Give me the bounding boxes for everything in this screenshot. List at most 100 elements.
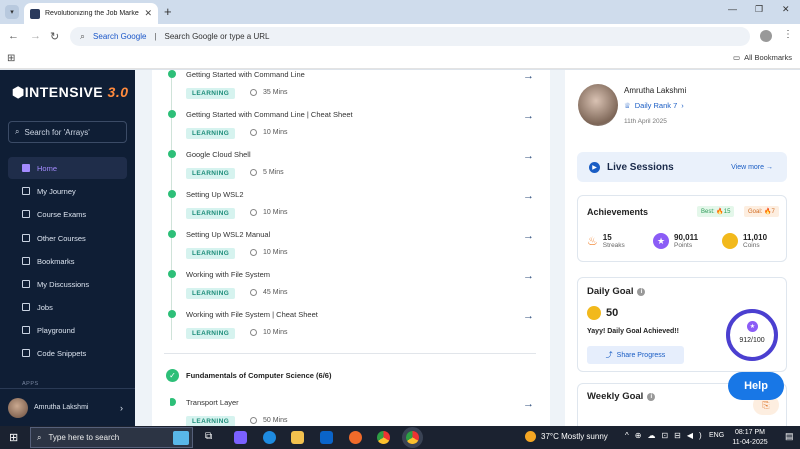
sidebar-item-label: My Discussions: [37, 279, 90, 289]
lesson-duration: 50 Mins: [263, 417, 288, 424]
sidebar-item-playground[interactable]: Playground: [8, 319, 127, 341]
arrow-right-icon[interactable]: →: [523, 150, 534, 162]
sidebar-item-my-discussions[interactable]: My Discussions: [8, 273, 127, 295]
all-bookmarks[interactable]: ▭ All Bookmarks: [733, 53, 792, 62]
browser-tab[interactable]: Revolutionizing the Job Market ✕: [24, 3, 158, 24]
reload-icon[interactable]: ↻: [50, 30, 59, 43]
lesson-title: Setting Up WSL2: [186, 190, 244, 199]
new-tab-icon[interactable]: +: [164, 4, 172, 19]
sidebar-item-home[interactable]: Home: [8, 157, 127, 179]
sidebar-item-jobs[interactable]: Jobs: [8, 296, 127, 318]
task-view-icon[interactable]: ⧉: [205, 431, 218, 444]
restore-icon[interactable]: ❐: [755, 4, 763, 15]
view-more-link[interactable]: View more →: [731, 164, 787, 171]
system-tray-icons[interactable]: ^⊕☁⊡⊟◀): [625, 431, 708, 440]
share-progress-button[interactable]: ⤴ Share Progress: [587, 346, 684, 364]
check-icon: [168, 310, 176, 318]
taskbar-search[interactable]: ⌕ Type here to search: [30, 427, 193, 448]
windows-start-icon[interactable]: ⊞: [9, 431, 18, 444]
notification-icon[interactable]: ▤: [785, 431, 794, 442]
achievements-title: Achievements: [587, 207, 649, 217]
lesson-row[interactable]: Setting Up WSL2 Manual LEARNING 10 Mins →: [168, 230, 540, 270]
lesson-row[interactable]: Getting Started with Command Line LEARNIN…: [168, 70, 540, 110]
lesson-row[interactable]: Google Cloud Shell LEARNING 5 Mins →: [168, 150, 540, 190]
lesson-duration: 10 Mins: [263, 249, 288, 256]
share-progress-label: Share Progress: [616, 351, 666, 359]
info-icon[interactable]: i: [647, 392, 656, 401]
arrow-right-icon[interactable]: →: [523, 398, 534, 410]
chrome-active-icon[interactable]: [406, 431, 419, 444]
sidebar-item-other-courses[interactable]: Other Courses: [8, 227, 127, 249]
arrow-right-icon[interactable]: →: [523, 230, 534, 242]
edge-icon[interactable]: [263, 431, 276, 444]
daily-goal-message: Yayy! Daily Goal Achieved!!: [587, 328, 679, 335]
address-bar[interactable]: ⌕ Search Google | Search Google or type …: [70, 27, 750, 46]
tab-search-chevron-icon[interactable]: ▾: [5, 5, 19, 19]
sidebar-item-my-journey[interactable]: My Journey: [8, 180, 127, 202]
check-icon: [168, 150, 176, 158]
clock[interactable]: 08:17 PM 11-04-2025: [730, 428, 770, 448]
bookmark-icon: [22, 257, 30, 265]
weather-widget[interactable]: 37°C Mostly sunny: [525, 431, 608, 442]
daily-rank-text: Daily Rank 7: [634, 101, 678, 110]
logo-mark-icon: ⬢: [12, 84, 25, 100]
weather-text: 37°C Mostly sunny: [541, 432, 608, 441]
file-explorer-icon[interactable]: [291, 431, 304, 444]
back-icon[interactable]: ←: [8, 30, 19, 42]
outlook-icon[interactable]: [320, 431, 333, 444]
code-icon: [22, 349, 30, 357]
profile-avatar-icon[interactable]: [760, 30, 772, 42]
arrow-right-icon[interactable]: →: [523, 310, 534, 322]
lesson-row[interactable]: Setting Up WSL2 LEARNING 10 Mins →: [168, 190, 540, 230]
forward-icon[interactable]: →: [30, 30, 41, 42]
star-icon: ★: [747, 321, 758, 332]
copilot-icon[interactable]: [234, 431, 247, 444]
lesson-row[interactable]: Working with File System LEARNING 45 Mins →: [168, 270, 540, 310]
daily-rank-link[interactable]: ♕ Daily Rank 7 ›: [624, 101, 684, 110]
view-more-label: View more: [731, 163, 765, 171]
help-button[interactable]: Help: [728, 372, 784, 400]
sidebar-item-label: Home: [37, 163, 58, 173]
language-indicator[interactable]: ENG: [709, 432, 724, 439]
close-tab-icon[interactable]: ✕: [144, 8, 152, 19]
lesson-row[interactable]: Working with File System | Cheat Sheet LE…: [168, 310, 540, 350]
flame-icon: ♨: [587, 234, 598, 248]
chrome-icon[interactable]: [377, 431, 390, 444]
clock-icon: [250, 249, 257, 256]
sidebar-item-code-snippets[interactable]: Code Snippets: [8, 342, 127, 364]
info-icon[interactable]: i: [637, 287, 646, 296]
close-window-icon[interactable]: ✕: [782, 4, 790, 15]
profile-date: 11th April 2025: [624, 118, 667, 125]
arrow-right-icon[interactable]: →: [523, 110, 534, 122]
search-icon: ⌕: [15, 127, 20, 136]
arrow-right-icon[interactable]: →: [523, 190, 534, 202]
menu-dots-icon[interactable]: ⋮: [783, 29, 793, 40]
section-header[interactable]: ✓ Fundamentals of Computer Science (6/6): [166, 369, 536, 383]
lesson-row[interactable]: Transport Layer LEARNING 50 Mins →: [170, 398, 540, 426]
jobs-icon: [22, 303, 30, 311]
sidebar-user[interactable]: Amrutha Lakshmi ›: [0, 388, 135, 426]
learning-badge: LEARNING: [186, 328, 236, 339]
live-sessions-card[interactable]: ▶ Live Sessions View more →: [577, 152, 787, 182]
search-icon: ⌕: [37, 432, 42, 442]
apps-grid-icon[interactable]: ⊞: [7, 53, 15, 64]
sidebar-item-course-exams[interactable]: Course Exams: [8, 203, 127, 225]
arrow-right-icon[interactable]: →: [523, 70, 534, 82]
section-divider: [164, 353, 536, 354]
sidebar-search[interactable]: ⌕ Search for 'Arrays': [8, 121, 127, 143]
clock-icon: [250, 209, 257, 216]
firefox-icon[interactable]: [349, 431, 362, 444]
sidebar-item-bookmarks[interactable]: Bookmarks: [8, 250, 127, 272]
minimize-icon[interactable]: —: [728, 4, 737, 14]
avatar: [8, 397, 28, 418]
lesson-duration: 5 Mins: [263, 169, 284, 176]
lesson-row[interactable]: Getting Started with Command Line | Chea…: [168, 110, 540, 150]
progress-ring-arc: [726, 309, 778, 361]
learning-badge: LEARNING: [186, 416, 236, 426]
arrow-right-icon[interactable]: →: [523, 270, 534, 282]
coin-icon: [587, 306, 601, 320]
clock-icon: [250, 89, 257, 96]
section-title: Fundamentals of Computer Science (6/6): [186, 371, 332, 380]
learning-badge: LEARNING: [186, 288, 236, 299]
clock-icon: [250, 169, 257, 176]
